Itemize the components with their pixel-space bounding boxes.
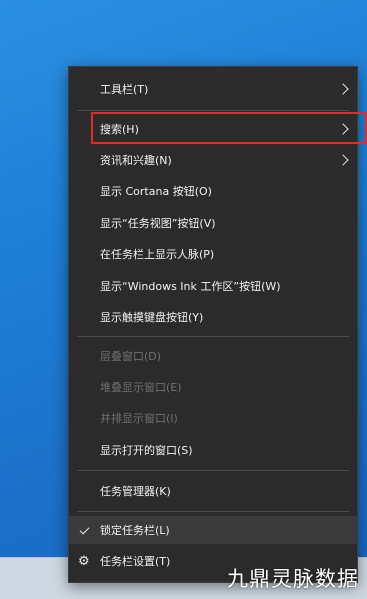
menu-item-toolbars[interactable]: 工具栏(T): [69, 75, 357, 103]
menu-item-label: 工具栏(T): [100, 83, 149, 96]
menu-item-label: 在任务栏上显示人脉(P): [100, 248, 215, 261]
menu-item-label: 显示打开的窗口(S): [100, 444, 193, 457]
menu-item-show-desktop[interactable]: 显示打开的窗口(S): [69, 436, 357, 464]
menu-item-label: 层叠窗口(D): [100, 350, 162, 363]
menu-item-label: 显示触摸键盘按钮(Y): [100, 311, 204, 324]
menu-item-label: 显示“Windows Ink 工作区”按钮(W): [100, 280, 281, 293]
menu-item-side-by-side: 并排显示窗口(I): [69, 404, 357, 432]
menu-item-stack-windows: 堆叠显示窗口(E): [69, 373, 357, 401]
chevron-right-icon: [337, 83, 349, 95]
menu-separator: [77, 110, 349, 111]
menu-item-show-touch-keyboard[interactable]: 显示触摸键盘按钮(Y): [69, 303, 357, 331]
menu-item-show-task-view[interactable]: 显示“任务视图”按钮(V): [69, 209, 357, 237]
menu-item-lock-taskbar[interactable]: 锁定任务栏(L): [69, 516, 357, 544]
watermark-text: 九鼎灵脉数据: [227, 567, 359, 591]
menu-item-show-people[interactable]: 在任务栏上显示人脉(P): [69, 240, 357, 268]
menu-separator: [77, 336, 349, 337]
checkmark-icon: [79, 524, 90, 534]
menu-item-label: 显示 Cortana 按钮(O): [100, 185, 212, 198]
menu-item-news-interests[interactable]: 资讯和兴趣(N): [69, 146, 357, 174]
menu-item-label: 显示“任务视图”按钮(V): [100, 217, 216, 230]
menu-item-label: 并排显示窗口(I): [100, 412, 178, 425]
menu-item-cascade-windows: 层叠窗口(D): [69, 342, 357, 370]
highlight-box: [91, 112, 367, 144]
menu-separator: [77, 511, 349, 512]
menu-item-show-cortana[interactable]: 显示 Cortana 按钮(O): [69, 177, 357, 205]
chevron-right-icon: [337, 154, 349, 166]
gear-icon: ⚙: [78, 553, 90, 569]
taskbar-context-menu: 工具栏(T) 搜索(H) 资讯和兴趣(N) 显示 Cortana 按钮(O) 显…: [68, 66, 367, 583]
menu-item-label: 锁定任务栏(L): [100, 524, 170, 537]
menu-separator: [77, 470, 349, 471]
menu-item-task-manager[interactable]: 任务管理器(K): [69, 477, 357, 505]
menu-item-label: 堆叠显示窗口(E): [100, 381, 182, 394]
menu-item-show-windows-ink[interactable]: 显示“Windows Ink 工作区”按钮(W): [69, 272, 357, 300]
menu-item-label: 任务栏设置(T): [100, 555, 171, 568]
menu-item-label: 资讯和兴趣(N): [100, 154, 172, 167]
menu-item-label: 任务管理器(K): [100, 485, 171, 498]
